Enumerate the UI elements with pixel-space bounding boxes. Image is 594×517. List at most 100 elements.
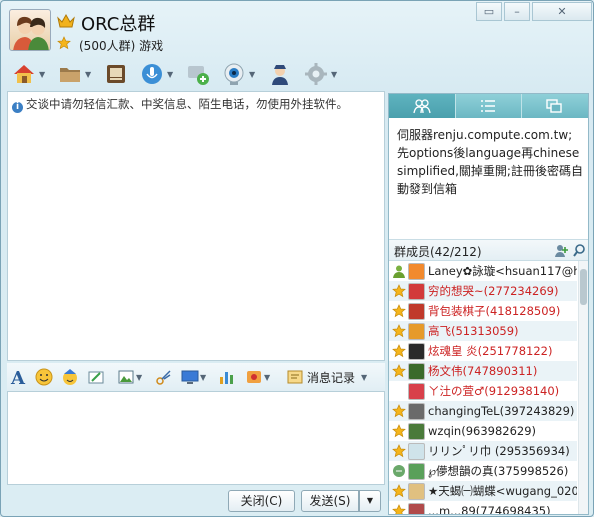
member-row[interactable]: changingTeL(397243829) [389, 401, 577, 421]
magic-face-icon [63, 369, 77, 385]
toolbar: ▼ ▼ ▼ ▼ ▼ [7, 59, 587, 89]
message-input[interactable] [7, 391, 385, 485]
security-notice-text: 交谈中请勿轻信汇款、中奖信息、陌生电话，勿使用外挂软件。 [26, 97, 348, 111]
photo-album-icon [107, 65, 125, 83]
group-avatar[interactable] [9, 9, 51, 51]
admin-star-icon [392, 504, 406, 514]
member-name: 高飞(51313059) [428, 324, 519, 338]
voice-button[interactable]: ▼ [139, 61, 173, 87]
pencil-board-icon [88, 371, 104, 384]
add-member-icon[interactable] [555, 244, 569, 258]
member-row[interactable]: 杨文伟(747890311) [389, 361, 577, 381]
title-bar: ORC总群 (500人群) 游戏 ▭ – ✕ [1, 1, 593, 59]
admin-button[interactable] [267, 61, 293, 87]
member-list-scrollbar[interactable] [578, 261, 588, 514]
message-history-button[interactable]: 消息记录 ▼ [287, 367, 367, 387]
files-button[interactable]: ▼ [57, 61, 91, 87]
bar-chart-icon [220, 372, 233, 384]
member-avatar [408, 482, 425, 500]
no-badge [392, 384, 406, 398]
member-row[interactable]: リリンﾟリ巾 (295356934) [389, 441, 577, 461]
doodle-button[interactable] [87, 367, 105, 387]
format-toolbar: A ▼ ▼ ▼ 消息记录 ▼ [7, 363, 385, 391]
members-count: 群成员(42/212) [394, 245, 482, 259]
music-button[interactable]: ▼ [245, 367, 270, 387]
list-icon [480, 100, 495, 112]
admin-star-icon [392, 484, 406, 498]
multiwindow-tab[interactable] [522, 94, 588, 118]
member-row[interactable]: 穷的想哭~(277234269) [389, 281, 577, 301]
member-avatar [408, 502, 425, 514]
font-button[interactable]: A [9, 367, 27, 387]
members-tab[interactable] [389, 94, 456, 118]
image-button[interactable]: ▼ [117, 367, 142, 387]
settings-gear-icon [305, 63, 327, 85]
member-row[interactable]: ㄚ汢の萓♂(912938140) [389, 381, 577, 401]
send-button[interactable]: 发送(S) [301, 490, 359, 512]
image-icon [118, 370, 134, 384]
member-name: ★天蝎㈠蝴蝶<wugang_020... [428, 484, 577, 498]
music-icon [247, 371, 261, 383]
member-avatar [408, 442, 425, 460]
member-row[interactable]: ...m...89(774698435) [389, 501, 577, 514]
admin-star-icon [392, 424, 406, 438]
member-avatar [408, 362, 425, 380]
member-name: ...m...89(774698435) [428, 504, 551, 514]
voice-call-icon [142, 64, 162, 84]
admin-icon [272, 65, 288, 85]
member-name: changingTeL(397243829) [428, 404, 575, 418]
monitor-icon [181, 370, 199, 384]
new-message-button[interactable] [185, 61, 211, 87]
member-row[interactable]: wzqin(963982629) [389, 421, 577, 441]
member-name: 穷的想哭~(277234269) [428, 284, 559, 298]
settings-button[interactable]: ▼ [303, 61, 337, 87]
admin-star-icon [392, 324, 406, 338]
member-row[interactable]: ★天蝎㈠蝴蝶<wugang_020... [389, 481, 577, 501]
group-title: ORC总群 [81, 14, 156, 35]
member-row[interactable]: ℘儚想韻の真(375998526) [389, 461, 577, 481]
member-row[interactable]: 炫魂皇 炎(251778122) [389, 341, 577, 361]
member-avatar [408, 462, 425, 480]
member-name: 杨文伟(747890311) [428, 364, 538, 378]
group-subtitle: (500人群) 游戏 [79, 39, 164, 53]
member-avatar [408, 402, 425, 420]
minimize-button[interactable]: – [504, 2, 530, 21]
chat-bubble-icon [393, 465, 405, 477]
member-row[interactable]: Laney✿詠璇<hsuan117@ho... [389, 261, 577, 281]
member-name: ㄚ汢の萓♂(912938140) [428, 384, 560, 398]
member-name: 炫魂皇 炎(251778122) [428, 344, 553, 358]
screenshot-button[interactable] [155, 367, 173, 387]
admin-star-icon [392, 304, 406, 318]
member-avatar [408, 382, 425, 400]
scrollbar-thumb[interactable] [580, 269, 587, 305]
member-row[interactable]: 高飞(51313059) [389, 321, 577, 341]
video-button[interactable]: ▼ [221, 61, 255, 87]
album-button[interactable] [103, 61, 129, 87]
admin-star-icon [392, 284, 406, 298]
group-announcement: 伺服器renju.compute.com.tw;先options後languag… [397, 128, 583, 196]
members-header: 群成员(42/212) [389, 239, 588, 261]
member-avatar [408, 262, 425, 280]
folder-icon [60, 68, 80, 82]
magic-emoji-button[interactable] [61, 367, 79, 387]
admin-star-icon [392, 404, 406, 418]
list-tab[interactable] [456, 94, 523, 118]
video-camera-icon [224, 63, 244, 85]
screen-share-button[interactable]: ▼ [181, 367, 206, 387]
admin-star-icon [392, 444, 406, 458]
search-icon[interactable] [573, 244, 586, 257]
font-icon: A [10, 368, 26, 386]
close-window-button[interactable]: ✕ [532, 2, 592, 21]
vote-button[interactable] [217, 367, 235, 387]
scissors-icon [156, 370, 171, 385]
send-options-button[interactable]: ▼ [359, 490, 381, 512]
close-button[interactable]: 关闭(C) [228, 490, 295, 512]
emoji-button[interactable] [35, 367, 53, 387]
window-skin-button[interactable]: ▭ [476, 2, 502, 21]
member-row[interactable]: 背包装棋子(418128509) [389, 301, 577, 321]
svg-text:A: A [10, 368, 26, 386]
home-icon [14, 65, 34, 83]
home-button[interactable]: ▼ [11, 61, 45, 87]
chat-history-area[interactable]: i 交谈中请勿轻信汇款、中奖信息、陌生电话，勿使用外挂软件。 [7, 91, 385, 361]
member-name: Laney✿詠璇<hsuan117@ho... [428, 264, 577, 278]
